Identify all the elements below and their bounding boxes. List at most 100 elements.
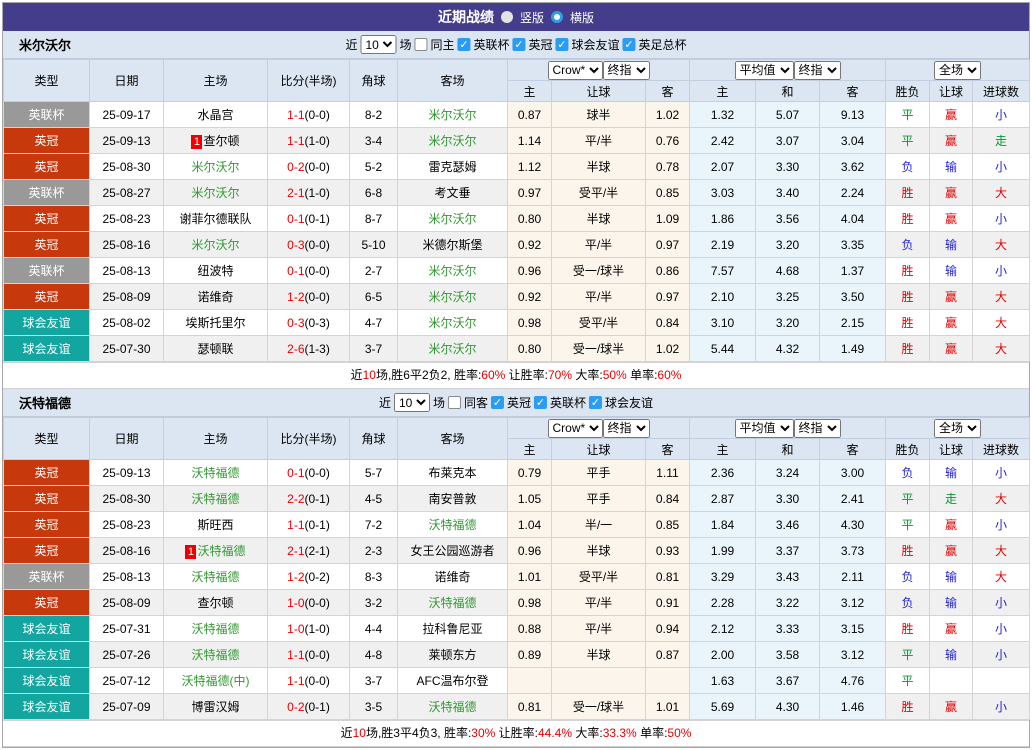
home-team-cell[interactable]: 1 查尔顿 xyxy=(163,127,268,154)
matches-label: 场 xyxy=(432,396,445,410)
league-checkbox-1[interactable]: ✓ xyxy=(512,38,526,51)
away-team-cell[interactable]: 米尔沃尔 xyxy=(397,101,508,128)
away-team-cell[interactable]: 米尔沃尔 xyxy=(397,205,508,232)
odds-stage-select-2[interactable]: 终指 xyxy=(793,60,841,80)
away-team-cell[interactable]: 沃特福德 xyxy=(397,693,508,720)
home-team-cell[interactable]: 水晶宫 xyxy=(163,101,268,128)
odds-stage-select[interactable]: 终指 xyxy=(602,60,650,80)
away-team-name: 米尔沃尔 xyxy=(428,342,477,356)
league-checkbox-2[interactable]: ✓ xyxy=(555,38,569,51)
home-team-cell[interactable]: 瑟顿联 xyxy=(163,335,268,362)
home-team-cell[interactable]: 米尔沃尔 xyxy=(163,231,268,258)
odds-stage-select-2[interactable]: 终指 xyxy=(793,418,841,438)
avg-home-odds-cell: 2.00 xyxy=(689,641,757,668)
home-team-cell[interactable]: 沃特福德 xyxy=(163,563,268,590)
home-team-cell[interactable]: 纽波特 xyxy=(163,257,268,284)
away-team-cell[interactable]: 米德尔斯堡 xyxy=(397,231,508,258)
home-team-name: 沃特福德 xyxy=(191,622,240,636)
fulltime-score: 0-3 xyxy=(287,315,305,330)
home-team-cell[interactable]: 沃特福德 xyxy=(163,485,268,512)
league-checkbox-3[interactable]: ✓ xyxy=(622,38,636,51)
away-team-cell[interactable]: 拉科鲁尼亚 xyxy=(397,615,508,642)
average-select[interactable]: 平均值 xyxy=(734,418,794,438)
result-handicap-cell xyxy=(929,667,974,694)
handicap-away-odds-cell: 0.93 xyxy=(644,537,691,564)
result-outcome-cell: 胜 xyxy=(885,537,931,564)
col-corner-header: 角球 xyxy=(349,417,398,460)
handicap-line-cell: 受一/球半 xyxy=(551,335,646,362)
away-team-cell[interactable]: 米尔沃尔 xyxy=(397,127,508,154)
league-checkbox-0[interactable]: ✓ xyxy=(457,38,471,51)
corners-cell: 8-2 xyxy=(349,101,398,128)
away-team-cell[interactable]: 莱顿东方 xyxy=(397,641,508,668)
home-team-cell[interactable]: 沃特福德 xyxy=(163,641,268,668)
away-team-cell[interactable]: 诺维奇 xyxy=(397,563,508,590)
halftime-score: (0-0) xyxy=(304,107,330,122)
fulltime-score: 2-1 xyxy=(287,543,305,558)
league-checkbox-0[interactable]: ✓ xyxy=(491,396,504,409)
away-team-name: 雷克瑟姆 xyxy=(428,160,477,174)
home-team-cell[interactable]: 沃特福德(中) xyxy=(163,667,268,694)
away-team-cell[interactable]: 考文垂 xyxy=(397,179,508,206)
result-goals-cell: 大 xyxy=(972,335,1031,362)
score-cell: 2-1(2-1) xyxy=(267,537,350,564)
away-team-cell[interactable]: 沃特福德 xyxy=(397,511,508,538)
away-team-cell[interactable]: AFC温布尔登 xyxy=(397,667,508,694)
away-team-cell[interactable]: 布莱克本 xyxy=(397,459,508,486)
vertical-layout-radio[interactable] xyxy=(500,11,513,23)
league-checkbox-2[interactable]: ✓ xyxy=(589,396,603,409)
halftime-score: (0-2) xyxy=(304,569,330,584)
result-goals-cell: 小 xyxy=(972,693,1031,720)
result-goals-cell: 小 xyxy=(972,459,1031,486)
date-cell: 25-07-30 xyxy=(89,335,164,362)
same-away-checkbox[interactable] xyxy=(447,396,461,409)
odds-stage-select[interactable]: 终指 xyxy=(602,418,650,438)
home-team-cell[interactable]: 诺维奇 xyxy=(163,283,268,310)
home-team-cell[interactable]: 沃特福德 xyxy=(163,459,268,486)
match-row: 英冠 25-08-16 1 沃特福德 2-1(2-1) 2-3 女王公园巡游者 0.96 半球 0… xyxy=(3,537,1031,564)
date-cell: 25-07-26 xyxy=(89,641,164,668)
date-cell: 25-08-02 xyxy=(89,309,164,336)
average-select[interactable]: 平均值 xyxy=(734,60,794,80)
recent-count-select[interactable]: 10 xyxy=(360,35,397,54)
fullmatch-select[interactable]: 全场 xyxy=(934,418,982,438)
score-cell: 1-2(0-2) xyxy=(267,563,350,590)
result-handicap-cell: 输 xyxy=(929,641,974,668)
home-team-cell[interactable]: 博雷汉姆 xyxy=(163,693,268,720)
home-team-cell[interactable]: 1 沃特福德 xyxy=(163,537,268,564)
away-team-name: 米尔沃尔 xyxy=(428,264,477,278)
away-team-cell[interactable]: 沃特福德 xyxy=(397,589,508,616)
handicap-line-cell: 受平/半 xyxy=(551,179,646,206)
avg-draw-odds-cell: 3.20 xyxy=(755,309,821,336)
home-team-cell[interactable]: 米尔沃尔 xyxy=(163,179,268,206)
away-team-cell[interactable]: 南安普敦 xyxy=(397,485,508,512)
recent-count-select[interactable]: 10 xyxy=(393,393,430,412)
bookmaker-select[interactable]: Crow* xyxy=(547,60,603,80)
away-team-cell[interactable]: 米尔沃尔 xyxy=(397,309,508,336)
same-home-checkbox[interactable] xyxy=(414,38,428,51)
horizontal-layout-radio[interactable] xyxy=(551,11,563,23)
away-team-cell[interactable]: 雷克瑟姆 xyxy=(397,153,508,180)
home-team-cell[interactable]: 埃斯托里尔 xyxy=(163,309,268,336)
league-type-cell: 球会友谊 xyxy=(3,309,90,336)
home-team-cell[interactable]: 谢菲尔德联队 xyxy=(163,205,268,232)
away-team-cell[interactable]: 米尔沃尔 xyxy=(397,283,508,310)
away-team-cell[interactable]: 女王公园巡游者 xyxy=(397,537,508,564)
avg-away-odds-cell: 4.04 xyxy=(819,205,887,232)
home-team-cell[interactable]: 查尔顿 xyxy=(163,589,268,616)
league-checkbox-1[interactable]: ✓ xyxy=(534,396,548,409)
bookmaker-select[interactable]: Crow* xyxy=(547,418,603,438)
away-team-cell[interactable]: 米尔沃尔 xyxy=(397,257,508,284)
away-team-cell[interactable]: 米尔沃尔 xyxy=(397,335,508,362)
col-score-header: 比分(半场) xyxy=(267,59,350,102)
avg-draw-odds-cell: 3.33 xyxy=(755,615,821,642)
home-team-cell[interactable]: 沃特福德 xyxy=(163,615,268,642)
fulltime-score: 1-2 xyxy=(287,569,305,584)
home-team-cell[interactable]: 斯旺西 xyxy=(163,511,268,538)
fullmatch-select[interactable]: 全场 xyxy=(934,60,982,80)
home-team-cell[interactable]: 米尔沃尔 xyxy=(163,153,268,180)
handicap-away-odds-cell: 0.85 xyxy=(644,179,691,206)
halftime-score: (0-0) xyxy=(304,263,330,278)
result-handicap-cell: 输 xyxy=(929,589,974,616)
handicap-line-cell: 平/半 xyxy=(551,615,646,642)
